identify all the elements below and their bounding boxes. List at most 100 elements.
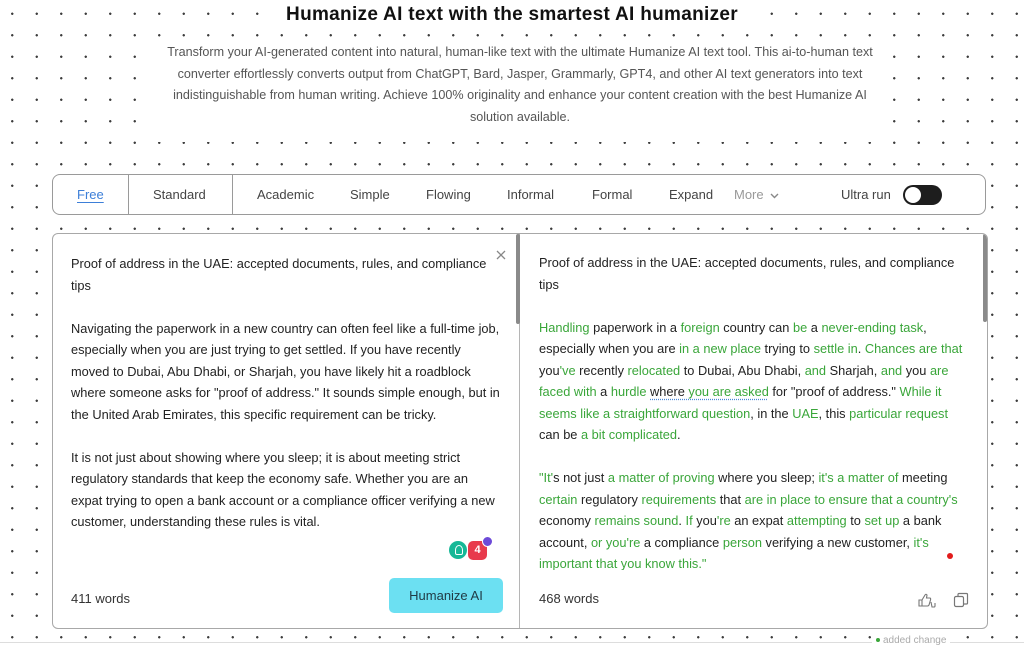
input-paragraph: It is not just about showing where you s… bbox=[71, 449, 495, 530]
unchanged-text: . bbox=[857, 341, 865, 356]
tab-informal[interactable]: Informal bbox=[507, 175, 554, 214]
unchanged-text: verifying a new customer, bbox=[761, 534, 914, 550]
unchanged-text: a bbox=[807, 319, 822, 335]
more-dropdown[interactable]: More bbox=[734, 175, 779, 214]
changed-text: certain bbox=[539, 491, 578, 507]
unchanged-text: country can bbox=[719, 319, 793, 335]
changed-text: Handling bbox=[539, 319, 590, 335]
added-change-dot-icon bbox=[876, 638, 880, 643]
output-word-count: 468 words bbox=[539, 591, 599, 606]
tab-simple-label: Simple bbox=[350, 187, 390, 202]
tab-academic-label: Academic bbox=[257, 187, 315, 202]
unchanged-text: a bbox=[596, 384, 611, 399]
unchanged-text: s not just bbox=[553, 470, 608, 485]
changed-text: attempting bbox=[786, 513, 847, 528]
changed-text: 're bbox=[716, 513, 731, 528]
input-scrollbar[interactable] bbox=[516, 234, 520, 324]
toggle-knob bbox=[905, 187, 921, 203]
clear-input-button[interactable] bbox=[494, 249, 508, 263]
unchanged-text: . bbox=[677, 427, 681, 442]
changed-text: or you're bbox=[590, 534, 641, 550]
unchanged-text: where you sleep; bbox=[714, 470, 819, 485]
tab-standard-label: Standard bbox=[153, 187, 206, 202]
output-title: Proof of address in the UAE: accepted do… bbox=[539, 255, 955, 292]
copy-icon[interactable] bbox=[953, 592, 969, 608]
changed-text: and bbox=[880, 362, 903, 378]
changed-text: it's a matter of bbox=[818, 470, 899, 485]
humanize-button[interactable]: Humanize AI bbox=[389, 578, 503, 613]
tab-formal[interactable]: Formal bbox=[592, 175, 632, 214]
input-textarea[interactable]: Proof of address in the UAE: accepted do… bbox=[71, 253, 501, 554]
changed-text: are in place to ensure that a country's bbox=[744, 491, 958, 507]
bottom-divider bbox=[0, 642, 1024, 643]
suggestion-text: where bbox=[650, 384, 689, 399]
unchanged-text: paperwork in a bbox=[589, 319, 681, 335]
unchanged-text: meeting bbox=[898, 470, 948, 485]
changed-text: UAE bbox=[792, 405, 819, 421]
changed-text: set up bbox=[864, 513, 900, 528]
legend-label: added change bbox=[883, 635, 947, 646]
red-dot-marker bbox=[947, 553, 953, 559]
ultra-run-toggle[interactable] bbox=[903, 185, 942, 205]
unchanged-text: Sharjah, bbox=[826, 362, 881, 378]
more-label: More bbox=[734, 187, 764, 202]
changed-text: particular request bbox=[849, 405, 949, 421]
page-title: Humanize AI text with the smartest AI hu… bbox=[272, 4, 752, 30]
changed-text: "It' bbox=[539, 470, 554, 485]
bulb-icon[interactable] bbox=[449, 541, 467, 559]
change-legend: added change bbox=[872, 633, 951, 647]
plus-badge-icon bbox=[482, 536, 493, 547]
unchanged-text: , this bbox=[818, 405, 850, 421]
unchanged-text: an expat bbox=[730, 513, 787, 528]
changed-text: Chances are that bbox=[864, 341, 963, 356]
tab-standard[interactable]: Standard bbox=[153, 175, 206, 214]
changed-text: be bbox=[792, 319, 808, 335]
unchanged-text: regulatory bbox=[577, 491, 642, 507]
changed-text: foreign bbox=[680, 319, 720, 335]
tab-free[interactable]: Free bbox=[77, 175, 104, 214]
output-scrollbar[interactable] bbox=[983, 234, 987, 322]
changed-suggestion-text: you are asked bbox=[688, 384, 769, 399]
changed-text: remains sound bbox=[594, 513, 679, 528]
ultra-run-label: Ultra run bbox=[841, 187, 891, 202]
unchanged-text: can be bbox=[539, 427, 581, 442]
input-paragraph: Navigating the paperwork in a new countr… bbox=[71, 320, 500, 422]
changed-text: never-ending task bbox=[821, 319, 924, 335]
unchanged-text: , in the bbox=[750, 405, 793, 421]
input-title: Proof of address in the UAE: accepted do… bbox=[71, 256, 487, 293]
changed-text: in a new place bbox=[679, 341, 761, 356]
unchanged-text: a compliance bbox=[640, 534, 723, 550]
changed-text: 've bbox=[559, 362, 576, 378]
unchanged-text: you bbox=[692, 513, 717, 528]
output-text[interactable]: Proof of address in the UAE: accepted do… bbox=[539, 252, 965, 570]
unchanged-text: to Dubai, Abu Dhabi, bbox=[680, 362, 805, 378]
extension-icons[interactable]: 4 bbox=[449, 536, 493, 561]
tab-free-label: Free bbox=[77, 187, 104, 202]
chevron-down-icon bbox=[770, 193, 779, 199]
unchanged-text: that bbox=[716, 491, 745, 507]
unchanged-text: for "proof of address." bbox=[768, 384, 900, 399]
unchanged-text: . bbox=[678, 513, 686, 528]
tab-formal-label: Formal bbox=[592, 187, 633, 202]
changed-text: relocated bbox=[627, 362, 681, 378]
unchanged-text: you bbox=[902, 362, 930, 378]
changed-text: and bbox=[804, 362, 827, 378]
tab-simple[interactable]: Simple bbox=[350, 175, 390, 214]
divider bbox=[128, 175, 129, 214]
tab-flowing[interactable]: Flowing bbox=[426, 175, 471, 214]
tab-academic[interactable]: Academic bbox=[257, 175, 314, 214]
input-word-count: 411 words bbox=[71, 591, 131, 606]
changed-text: a matter of proving bbox=[607, 470, 715, 485]
divider bbox=[232, 175, 233, 214]
changed-text: requirements bbox=[641, 491, 717, 507]
output-paragraph: "It's not just a matter of proving where… bbox=[539, 467, 965, 570]
mode-bar: Free Standard Academic Simple Flowing In… bbox=[52, 174, 986, 215]
output-paragraph: Handling paperwork in a foreign country … bbox=[539, 317, 965, 446]
tab-flowing-label: Flowing bbox=[426, 187, 471, 202]
tab-expand[interactable]: Expand bbox=[669, 175, 713, 214]
unchanged-text: trying to bbox=[760, 341, 814, 356]
close-icon bbox=[496, 250, 506, 260]
changed-text: settle in bbox=[813, 341, 858, 356]
unchanged-text: recently bbox=[575, 362, 628, 378]
thumbs-feedback-icon[interactable] bbox=[917, 592, 937, 608]
